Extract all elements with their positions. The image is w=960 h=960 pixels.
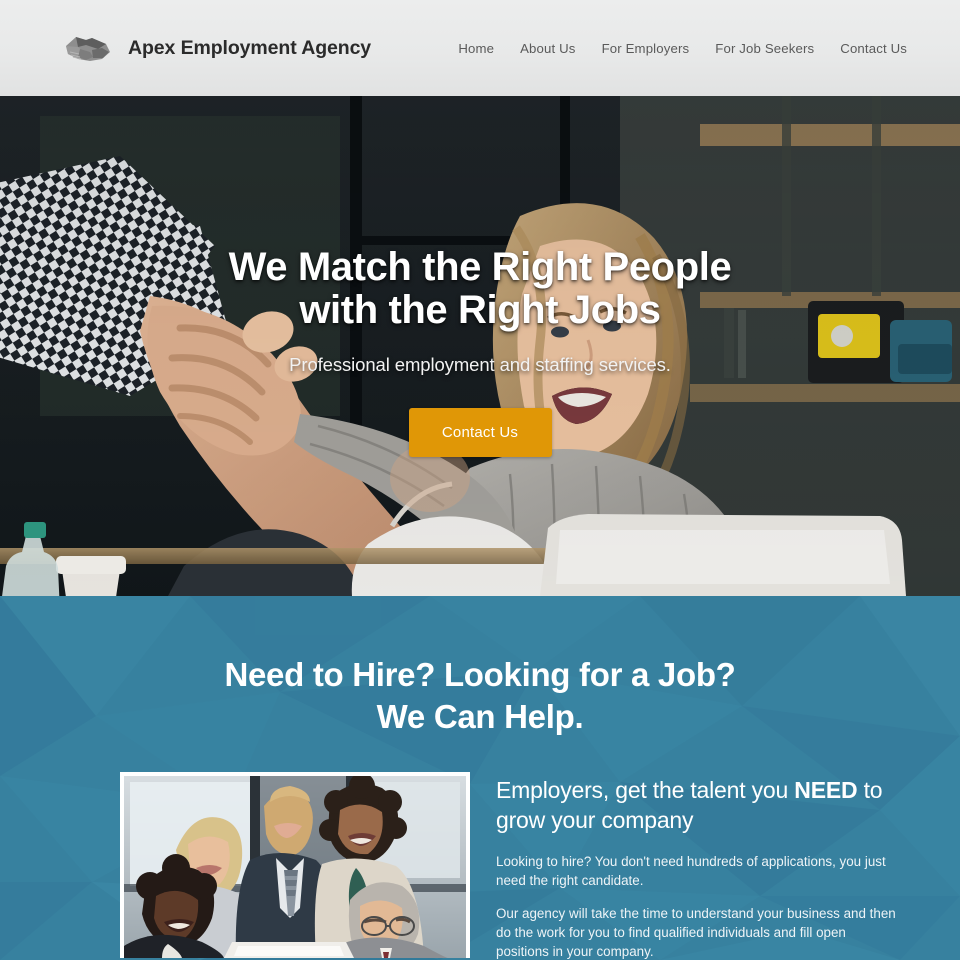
brand-logo[interactable]: Apex Employment Agency — [62, 28, 371, 68]
main-navigation: Home About Us For Employers For Job Seek… — [445, 41, 920, 56]
hero-subtitle: Professional employment and staffing ser… — [289, 353, 671, 375]
nav-item-contact-us[interactable]: Contact Us — [827, 41, 920, 56]
hero-title-line-1: We Match the Right People — [228, 245, 732, 289]
employers-paragraph-1: Looking to hire? You don't need hundreds… — [496, 854, 886, 889]
section-heading-line-1: Need to Hire? Looking for a Job? — [224, 656, 736, 693]
blue-section-content: Need to Hire? Looking for a Job? We Can … — [0, 596, 960, 960]
nav-item-for-job-seekers[interactable]: For Job Seekers — [702, 41, 827, 56]
employers-heading-emphasis: NEED — [794, 777, 858, 804]
hero-title: We Match the Right People with the Right… — [229, 246, 732, 332]
site-header: Apex Employment Agency Home About Us For… — [0, 0, 960, 96]
employers-paragraph-2: Our agency will take the time to underst… — [496, 906, 896, 960]
hero-content: We Match the Right People with the Right… — [0, 246, 960, 457]
hero-contact-us-button[interactable]: Contact Us — [408, 407, 552, 457]
hire-help-section: Need to Hire? Looking for a Job? We Can … — [0, 596, 960, 960]
handshake-icon — [62, 28, 114, 68]
employers-heading: Employers, get the talent you NEED to gr… — [496, 776, 896, 836]
brand-name: Apex Employment Agency — [128, 36, 372, 59]
hero-section: We Match the Right People with the Right… — [0, 96, 960, 596]
employers-columns: Employers, get the talent you NEED to gr… — [0, 772, 960, 960]
employers-text-column: Employers, get the talent you NEED to gr… — [496, 772, 896, 960]
nav-item-home[interactable]: Home — [445, 41, 507, 56]
section-heading: Need to Hire? Looking for a Job? We Can … — [0, 596, 960, 738]
nav-item-about-us[interactable]: About Us — [507, 41, 588, 56]
section-heading-line-2: We Can Help. — [376, 698, 584, 736]
business-team-photo — [120, 772, 470, 959]
employers-heading-part1: Employers, get the talent you — [496, 777, 795, 804]
nav-item-for-employers[interactable]: For Employers — [589, 41, 703, 56]
hero-title-line-2: with the Right Jobs — [299, 287, 661, 332]
